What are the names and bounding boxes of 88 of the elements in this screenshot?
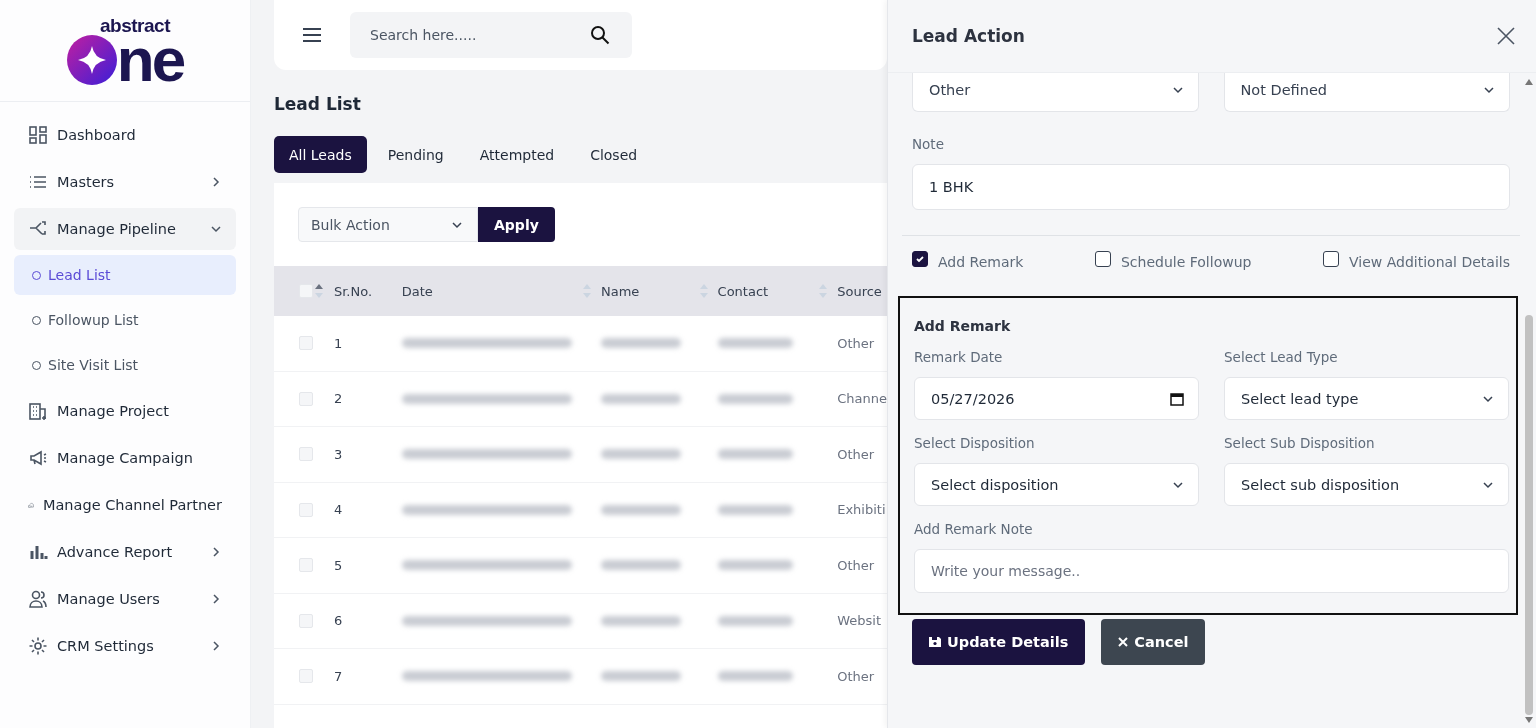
sidebar-item[interactable]: Dashboard <box>14 114 236 156</box>
table-cell: 7 <box>333 668 343 684</box>
table-cell: Exhibiti <box>837 502 886 518</box>
field-label: Select Disposition <box>914 435 1036 451</box>
close-icon[interactable] <box>1497 27 1515 45</box>
table-cell: 2 <box>333 391 343 407</box>
calendar-icon[interactable] <box>1170 391 1184 406</box>
field-label: Select Sub Disposition <box>1224 435 1376 451</box>
chevron-right-icon <box>210 640 222 652</box>
column-header: Name <box>601 283 640 299</box>
logo-wordmark: abstract <box>100 16 170 35</box>
section-title: Add Remark <box>914 318 1012 334</box>
sidebar-item[interactable]: Manage Project <box>14 390 236 432</box>
select-field[interactable]: Select disposition <box>914 463 1199 506</box>
checkbox-label: Add Remark <box>938 254 1024 270</box>
note-field[interactable]: 1 BHK <box>912 164 1510 210</box>
search-icon[interactable] <box>590 25 610 45</box>
table-cell: 5 <box>333 557 343 573</box>
sidebar-subitem[interactable]: Lead List <box>14 255 236 295</box>
close-icon <box>1118 637 1129 647</box>
tab[interactable]: Attempted <box>464 136 570 173</box>
tab[interactable]: Pending <box>372 136 459 173</box>
chevron-right-icon <box>210 176 222 188</box>
sidebar-item[interactable]: Manage Channel Partner <box>14 484 236 526</box>
table-cell: Websit <box>837 613 881 629</box>
scroll-down-icon[interactable] <box>1525 717 1533 723</box>
scroll-up-icon[interactable] <box>1525 79 1533 85</box>
sidebar-item[interactable]: Manage Pipeline <box>14 208 236 250</box>
tab[interactable]: All Leads <box>274 136 367 173</box>
column-header: Date <box>401 283 433 299</box>
sidebar-item[interactable]: Advance Report <box>14 531 236 573</box>
star-circle-icon <box>66 35 117 85</box>
sort-icon[interactable] <box>315 284 323 298</box>
select-field[interactable]: Select sub disposition <box>1224 463 1509 506</box>
column-header: Sr.No. <box>333 283 373 299</box>
checkbox-label: View Additional Details <box>1349 254 1510 270</box>
menu-icon[interactable] <box>302 27 322 43</box>
checkbox[interactable] <box>1323 251 1340 267</box>
chevron-down-icon <box>210 223 222 235</box>
megaphone-icon <box>28 448 48 468</box>
apply-button[interactable]: Apply <box>478 207 555 242</box>
checkbox[interactable] <box>1094 251 1111 267</box>
table-cell: Other <box>837 446 875 462</box>
checkbox-label: Schedule Followup <box>1120 254 1252 270</box>
chevron-right-icon <box>210 593 222 605</box>
table-cell: Channe <box>837 391 887 407</box>
chevron-down-icon <box>1483 84 1495 96</box>
message-field[interactable]: Write your message.. <box>914 549 1509 593</box>
field-label: Select Lead Type <box>1224 349 1339 365</box>
save-icon <box>929 636 941 648</box>
select-field[interactable]: Select lead type <box>1224 377 1509 420</box>
table-cell: 4 <box>333 502 343 518</box>
table-cell: 3 <box>333 446 343 462</box>
field-label: Add Remark Note <box>914 521 1034 537</box>
sidebar-subitem[interactable]: Followup List <box>14 300 236 340</box>
field-label: Note <box>912 136 945 152</box>
chevron-right-icon <box>210 546 222 558</box>
select-field[interactable]: Not Defined <box>1223 73 1510 112</box>
column-header: Source <box>837 283 882 299</box>
logo-wordmark: ne <box>116 35 184 85</box>
sidebar-subitem[interactable]: Site Visit List <box>14 345 236 385</box>
drawer-title: Lead Action <box>912 26 1025 46</box>
table-cell: Other <box>837 557 875 573</box>
users-icon <box>28 589 48 609</box>
sidebar-item[interactable]: Manage Campaign <box>14 437 236 479</box>
table-cell: Other <box>837 335 875 351</box>
settings-icon <box>28 636 48 656</box>
building-icon <box>28 401 48 421</box>
check-icon <box>915 254 925 264</box>
select-field[interactable]: Other <box>912 73 1199 112</box>
column-header: Contact <box>717 283 769 299</box>
sidebar-item[interactable]: CRM Settings <box>14 625 236 667</box>
chevron-down-icon <box>1171 84 1184 96</box>
table-cell: 1 <box>333 335 343 351</box>
tab[interactable]: Closed <box>575 136 653 173</box>
field-label: Remark Date <box>914 349 1004 365</box>
sidebar-item[interactable]: Manage Users <box>14 578 236 620</box>
page-title: Lead List <box>274 94 362 114</box>
table-cell: 6 <box>333 613 343 629</box>
bulk-action-select[interactable]: Bulk Action <box>298 207 478 242</box>
sidebar-item[interactable]: Masters <box>14 161 236 203</box>
table-cell: Other <box>837 668 875 684</box>
date-field[interactable]: 05/27/2026 <box>914 377 1199 420</box>
update-button[interactable]: Update Details <box>912 619 1086 665</box>
grid-icon <box>28 125 48 145</box>
cancel-button[interactable]: Cancel <box>1101 619 1206 665</box>
search-field[interactable]: Search here..... <box>350 12 632 58</box>
checkbox[interactable] <box>912 251 928 267</box>
